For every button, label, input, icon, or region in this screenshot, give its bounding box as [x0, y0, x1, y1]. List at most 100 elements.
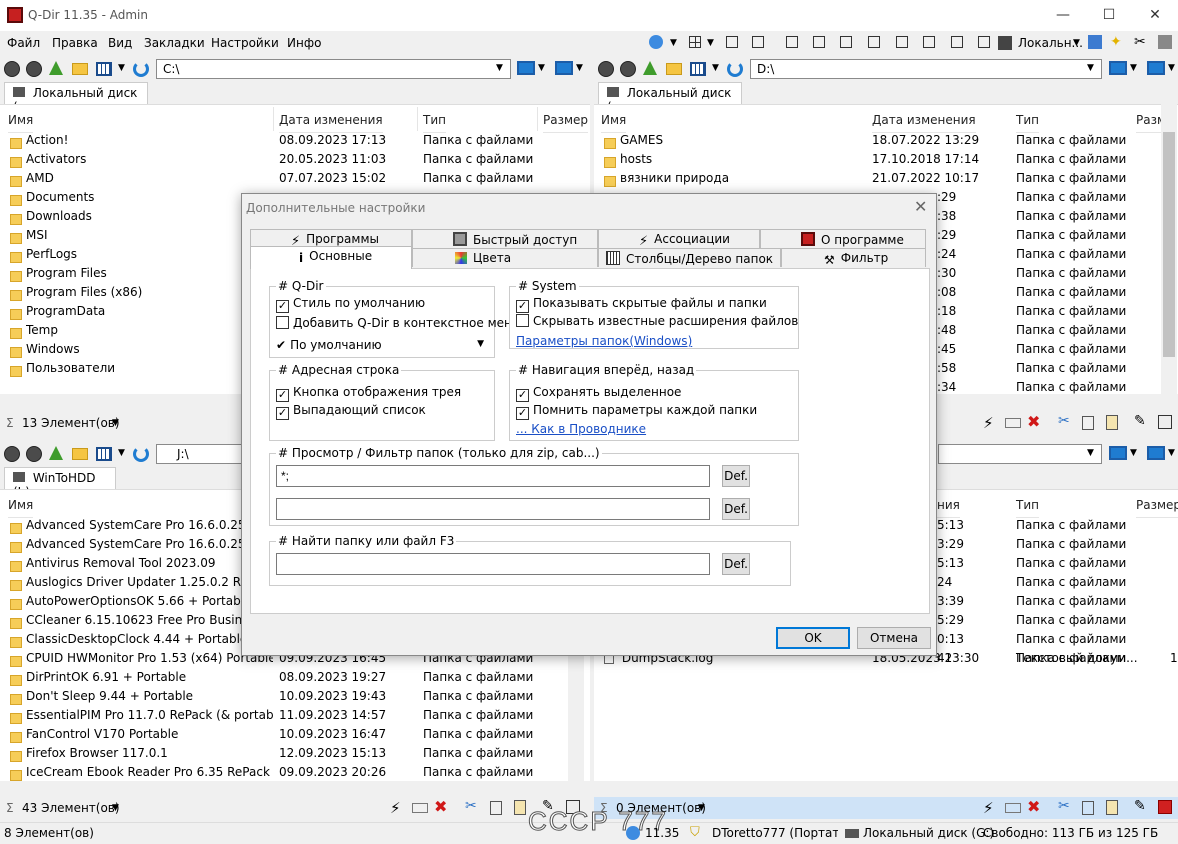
- chevron-down-icon[interactable]: ▼: [698, 803, 705, 813]
- up-icon[interactable]: [49, 61, 63, 75]
- list-item[interactable]: FanControl V170 Portable 10.09.2023 16:47…: [10, 727, 580, 746]
- chevron-down-icon[interactable]: ▼: [1168, 63, 1175, 73]
- layout-icon[interactable]: [978, 36, 990, 48]
- forward-icon[interactable]: [620, 61, 636, 77]
- col-type[interactable]: Тип: [1016, 498, 1039, 518]
- chevron-down-icon[interactable]: ▼: [707, 38, 714, 48]
- lightning-icon[interactable]: ⚡: [390, 799, 401, 817]
- checkbox-dropdown-list[interactable]: ✓ Выпадающий список: [276, 403, 426, 420]
- refresh-icon[interactable]: [133, 446, 149, 462]
- list-item[interactable]: вязники природа 21.07.2022 10:17 Папка с ф…: [604, 171, 1160, 190]
- list-item[interactable]: Firefox Browser 117.0.1 12.09.2023 15:13 П…: [10, 746, 580, 765]
- copy-icon[interactable]: [490, 801, 502, 815]
- layout-icon[interactable]: [951, 36, 963, 48]
- monitor-icon[interactable]: [517, 61, 535, 75]
- col-size[interactable]: Размер: [1136, 498, 1178, 518]
- menu-view[interactable]: Вид: [108, 36, 132, 50]
- chevron-down-icon[interactable]: ▼: [1130, 63, 1137, 73]
- mail-icon[interactable]: [412, 803, 428, 813]
- layout-icon[interactable]: [786, 36, 798, 48]
- path-input-tl[interactable]: C:\: [156, 59, 511, 79]
- new-folder-icon[interactable]: [666, 63, 682, 75]
- rename-icon[interactable]: ✎: [1134, 798, 1146, 814]
- layout-icon[interactable]: [868, 36, 880, 48]
- back-icon[interactable]: [4, 446, 20, 462]
- lightning-icon[interactable]: ⚡: [983, 799, 994, 817]
- delete-icon[interactable]: ✖: [1027, 797, 1040, 816]
- find-input[interactable]: [276, 553, 710, 575]
- list-item[interactable]: Activators 20.05.2023 11:03 Папка с файлам…: [10, 152, 580, 171]
- col-date[interactable]: Дата изменения: [872, 113, 976, 133]
- chevron-down-icon[interactable]: ▼: [112, 418, 119, 428]
- filter-input-1[interactable]: [276, 465, 710, 487]
- view-icon[interactable]: [690, 62, 706, 76]
- lightning-icon[interactable]: ⚡: [983, 414, 994, 432]
- tab-filter[interactable]: ⚒ Фильтр: [781, 248, 926, 267]
- chevron-down-icon[interactable]: ▼: [118, 448, 125, 458]
- like-explorer-link[interactable]: ... Как в Проводнике: [516, 422, 646, 436]
- monitor-icon[interactable]: [1147, 61, 1165, 75]
- star-icon[interactable]: ✦: [1110, 34, 1122, 50]
- app-red-icon[interactable]: [1158, 800, 1172, 814]
- settings-icon[interactable]: [1158, 35, 1172, 49]
- layout-icon[interactable]: [726, 36, 738, 48]
- tools-icon[interactable]: ✂: [1134, 34, 1146, 50]
- delete-icon[interactable]: ✖: [1027, 412, 1040, 431]
- chevron-down-icon[interactable]: ▼: [538, 63, 545, 73]
- maximize-button[interactable]: ☐: [1086, 0, 1132, 31]
- menu-file[interactable]: Файл: [7, 36, 40, 50]
- new-folder-icon[interactable]: [72, 448, 88, 460]
- view-icon[interactable]: [96, 447, 112, 461]
- checkbox-save-selection[interactable]: ✓ Сохранять выделенное: [516, 385, 681, 402]
- up-icon[interactable]: [643, 61, 657, 75]
- chevron-down-icon[interactable]: ▼: [1087, 448, 1094, 458]
- cancel-button[interactable]: Отмена: [857, 627, 931, 649]
- list-item[interactable]: Action! 08.09.2023 17:13 Папка с файлами: [10, 133, 580, 152]
- path-input-bl[interactable]: J:\: [156, 444, 246, 464]
- refresh-icon[interactable]: [133, 61, 149, 77]
- up-icon[interactable]: [49, 446, 63, 460]
- col-date[interactable]: ния: [937, 498, 960, 518]
- mail-icon[interactable]: [1005, 803, 1021, 813]
- forward-icon[interactable]: [26, 61, 42, 77]
- checkbox-default-style[interactable]: ✓ Стиль по умолчанию: [276, 296, 425, 313]
- col-size[interactable]: Размер: [543, 113, 589, 133]
- tab-quick-access[interactable]: Быстрый доступ: [412, 229, 598, 248]
- tab-general[interactable]: i Основные: [250, 246, 412, 269]
- cut-icon[interactable]: ✂: [1058, 413, 1070, 429]
- cut-icon[interactable]: ✂: [465, 798, 477, 814]
- path-input-tr[interactable]: D:\: [750, 59, 1102, 79]
- ok-button[interactable]: OK: [776, 627, 850, 649]
- back-icon[interactable]: [4, 61, 20, 77]
- list-item[interactable]: EssentialPIM Pro 11.7.0 RePack (& portab…: [10, 708, 580, 727]
- chevron-down-icon[interactable]: ▼: [670, 38, 677, 48]
- tab-bl[interactable]: WinToHDD (J:): [4, 467, 116, 499]
- globe-icon[interactable]: [649, 35, 663, 49]
- col-type[interactable]: Тип: [1016, 113, 1039, 133]
- close-button[interactable]: ✕: [1132, 0, 1178, 31]
- chevron-down-icon[interactable]: ▼: [1168, 448, 1175, 458]
- rename-icon[interactable]: ✎: [1134, 413, 1146, 429]
- minimize-button[interactable]: —: [1040, 0, 1086, 31]
- back-icon[interactable]: [598, 61, 614, 77]
- monitor-icon[interactable]: [1109, 61, 1127, 75]
- chevron-down-icon[interactable]: ▼: [712, 63, 719, 73]
- mail-icon[interactable]: [1005, 418, 1021, 428]
- dialog-close-button[interactable]: ✕: [914, 197, 927, 216]
- layout-icon[interactable]: [813, 36, 825, 48]
- checkbox-remember-folder[interactable]: ✓ Помнить параметры каждой папки: [516, 403, 757, 420]
- col-date[interactable]: Дата изменения: [279, 113, 383, 133]
- chevron-down-icon[interactable]: ▼: [1130, 448, 1137, 458]
- paste-icon[interactable]: [1106, 415, 1118, 430]
- list-item[interactable]: AMD 07.07.2023 15:02 Папка с файлами: [10, 171, 580, 190]
- chevron-down-icon[interactable]: ▼: [118, 63, 125, 73]
- layout-icon[interactable]: [752, 36, 764, 48]
- def-button-2[interactable]: Def.: [722, 498, 750, 520]
- checkbox-hide-extensions[interactable]: Скрывать известные расширения файлов: [516, 314, 798, 328]
- list-item[interactable]: hosts 17.10.2018 17:14 Папка с файлами: [604, 152, 1160, 171]
- def-button-3[interactable]: Def.: [722, 553, 750, 575]
- paste-icon[interactable]: [1106, 800, 1118, 815]
- monitor-icon[interactable]: [555, 61, 573, 75]
- list-item[interactable]: GAMES 18.07.2022 13:29 Папка с файлами: [604, 133, 1160, 152]
- tab-columns[interactable]: Столбцы/Дерево папок: [598, 248, 781, 267]
